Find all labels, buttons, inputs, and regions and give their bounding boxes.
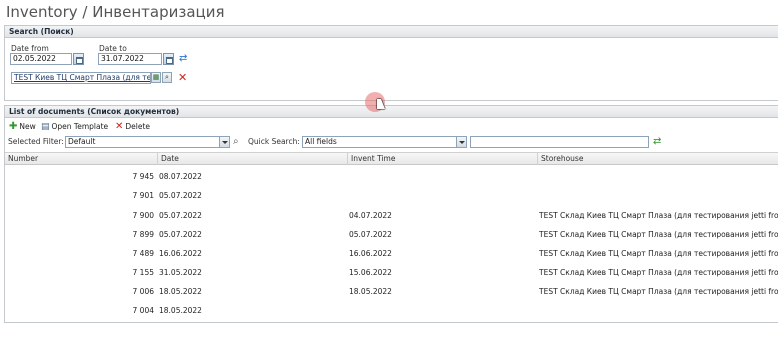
search-refresh-icon[interactable]: ⇄ <box>653 137 661 147</box>
quick-search-label: Quick Search: <box>248 137 300 146</box>
column-header-invent-time[interactable]: Invent Time <box>347 153 537 165</box>
date-from-input[interactable]: 02.05.2022 <box>10 53 72 65</box>
filter-row: Selected Filter: Default ⌕ Quick Search:… <box>5 135 778 149</box>
table-row[interactable]: 7 900 05.07.2022 04.07.2022 TEST Склад К… <box>5 206 778 225</box>
delete-button[interactable]: ✕ Delete <box>115 121 150 133</box>
documents-toolbar: ✚ New ▤ Open Template ✕ Delete <box>5 120 778 134</box>
plus-icon: ✚ <box>9 121 18 132</box>
grid-header: Number Date Invent Time Storehouse <box>5 152 778 165</box>
documents-panel: List of documents (Список документов) ✚ N… <box>4 105 778 323</box>
documents-panel-header: List of documents (Список документов) <box>5 106 778 118</box>
table-row[interactable]: 7 006 18.05.2022 18.05.2022 TEST Склад К… <box>5 282 778 301</box>
date-from-label: Date from <box>11 44 49 53</box>
storehouse-clear-icon[interactable]: ✕ <box>178 72 187 83</box>
magnifier-icon: ⌕ <box>233 136 239 147</box>
table-row[interactable]: 7 489 16.06.2022 16.06.2022 TEST Склад К… <box>5 244 778 263</box>
table-row[interactable]: 7 901 05.07.2022 <box>5 186 778 205</box>
date-from-calendar-icon[interactable] <box>73 53 84 65</box>
date-to-calendar-icon[interactable] <box>163 53 174 65</box>
column-header-storehouse[interactable]: Storehouse <box>537 153 778 165</box>
page-title: Inventory / Инвентаризация <box>6 3 225 21</box>
selected-filter-label: Selected Filter: <box>8 137 64 146</box>
delete-icon: ✕ <box>115 121 124 132</box>
table-row[interactable]: 7 945 08.07.2022 <box>5 167 778 186</box>
mouse-pointer-icon <box>377 99 385 109</box>
date-refresh-icon[interactable]: ⇄ <box>179 54 187 64</box>
table-row[interactable]: 7 155 31.05.2022 15.06.2022 TEST Склад К… <box>5 263 778 282</box>
template-icon: ▤ <box>41 122 50 132</box>
open-template-button[interactable]: ▤ Open Template <box>41 121 108 133</box>
quick-search-field-dropdown[interactable]: All fields <box>302 136 467 148</box>
chevron-down-icon[interactable] <box>219 137 229 147</box>
date-to-label: Date to <box>99 44 127 53</box>
column-header-date[interactable]: Date <box>157 153 347 165</box>
storehouse-field[interactable]: TEST Киев ТЦ Смарт Плаза (для тес <box>11 72 151 84</box>
search-panel: Search (Поиск) Date from 02.05.2022 Date… <box>4 25 778 101</box>
quick-search-input[interactable] <box>470 136 649 148</box>
date-to-input[interactable]: 31.07.2022 <box>98 53 162 65</box>
chevron-down-icon[interactable] <box>456 137 466 147</box>
selected-filter-dropdown[interactable]: Default <box>65 136 230 148</box>
storehouse-select-icon[interactable]: ▦ <box>151 72 161 83</box>
table-row[interactable]: 7 899 05.07.2022 05.07.2022 TEST Склад К… <box>5 225 778 244</box>
storehouse-search-icon[interactable]: ⌕ <box>162 72 172 83</box>
column-header-number[interactable]: Number <box>5 153 157 165</box>
new-button[interactable]: ✚ New <box>9 121 36 133</box>
table-row[interactable]: 7 004 18.05.2022 <box>5 301 778 320</box>
search-panel-header: Search (Поиск) <box>5 26 778 38</box>
